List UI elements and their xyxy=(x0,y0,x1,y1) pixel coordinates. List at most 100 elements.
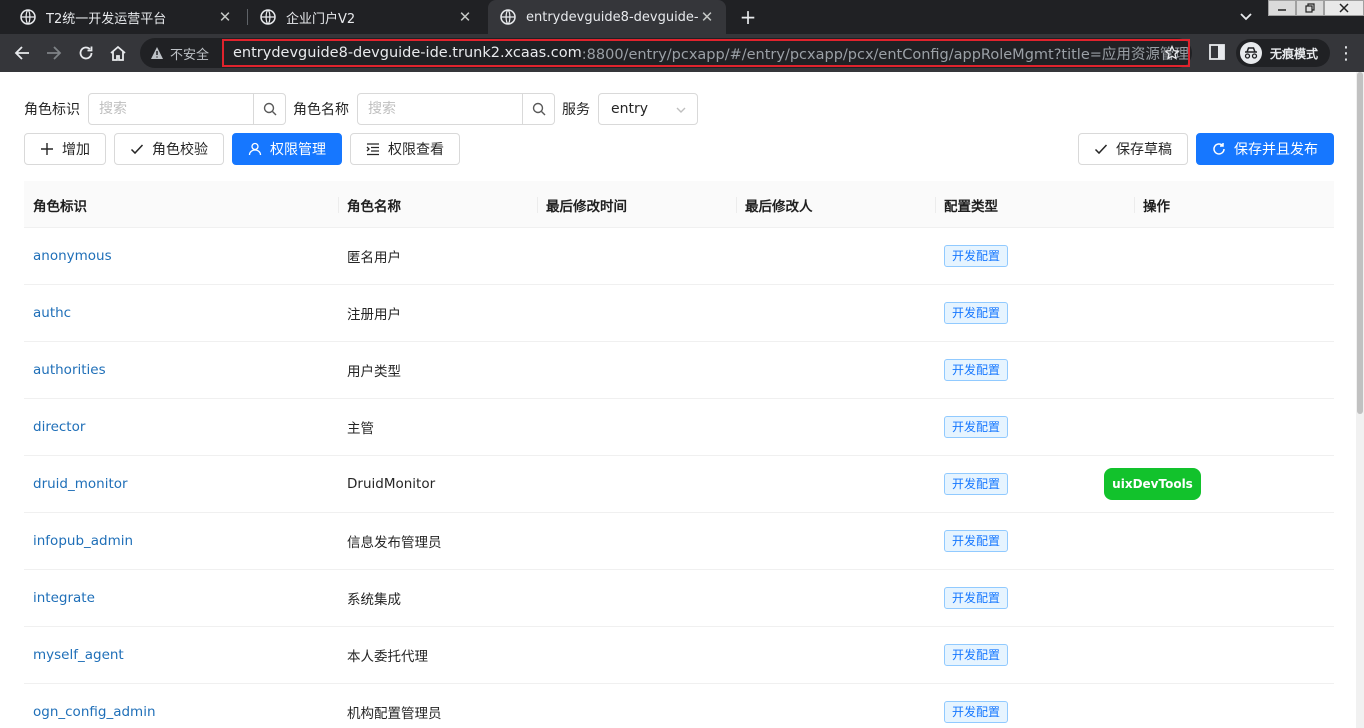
config-type-cell: 开发配置 xyxy=(944,456,1009,512)
role-name-cell: 匿名用户 xyxy=(347,250,401,266)
service-label: 服务 xyxy=(562,102,590,118)
config-type-cell: 开发配置 xyxy=(944,684,1009,728)
minimize-button[interactable] xyxy=(1268,0,1296,16)
role-id-label: 角色标识 xyxy=(24,102,80,118)
uix-devtools-button[interactable]: uixDevTools xyxy=(1104,468,1201,500)
role-verify-button[interactable]: 角色校验 xyxy=(114,133,224,165)
role-id-link[interactable]: integrate xyxy=(33,570,95,626)
globe-icon xyxy=(260,9,276,25)
config-type-cell: 开发配置 xyxy=(944,513,1009,569)
table-row[interactable]: director 主管 开发配置 xyxy=(24,399,1334,456)
config-type-cell: 开发配置 xyxy=(944,399,1009,455)
role-id-link[interactable]: druid_monitor xyxy=(33,456,128,512)
column-header-modified-by[interactable]: 最后修改人 xyxy=(745,181,813,228)
plus-icon[interactable]: + xyxy=(736,5,760,29)
save-publish-button-label: 保存并且发布 xyxy=(1234,142,1318,158)
browser-tab-bar: T2统一开发运营平台 ✕ 企业门户V2 ✕ entrydevguide8-dev… xyxy=(0,0,1364,34)
incognito-indicator[interactable]: 无痕模式 xyxy=(1236,39,1331,67)
service-select[interactable]: entry xyxy=(598,93,698,125)
search-icon[interactable] xyxy=(522,94,554,124)
permission-view-button[interactable]: 权限查看 xyxy=(350,133,460,165)
table-row[interactable]: integrate 系统集成 开发配置 xyxy=(24,570,1334,627)
table-row[interactable]: infopub_admin 信息发布管理员 开发配置 xyxy=(24,513,1334,570)
config-type-cell: 开发配置 xyxy=(944,285,1009,341)
tab-title: 企业门户V2 xyxy=(286,11,356,27)
service-select-value: entry xyxy=(611,101,649,117)
role-id-link[interactable]: ogn_config_admin xyxy=(33,684,156,728)
config-type-tag: 开发配置 xyxy=(944,302,1009,324)
column-divider xyxy=(537,197,538,213)
window-close-button[interactable] xyxy=(1324,0,1364,16)
config-type-cell: 开发配置 xyxy=(944,627,1009,683)
page-content: 角色标识 角色名称 服务 entry 增加 角色校验 权限管理 权限查看 保存草… xyxy=(0,72,1364,728)
column-divider xyxy=(736,197,737,213)
restore-button[interactable] xyxy=(1296,0,1324,16)
column-divider xyxy=(935,197,936,213)
role-name-cell: 注册用户 xyxy=(347,307,401,323)
sidebar-icon[interactable] xyxy=(1208,43,1228,63)
kebab-menu-icon[interactable]: ⋮ xyxy=(1336,43,1356,64)
url-text[interactable]: entrydevguide8-devguide-ide.trunk2.xcaas… xyxy=(222,39,1190,67)
role-id-link[interactable]: infopub_admin xyxy=(33,513,133,569)
role-id-link[interactable]: authc xyxy=(33,285,71,341)
config-type-tag: 开发配置 xyxy=(944,644,1009,666)
roles-table: 角色标识 角色名称 最后修改时间 最后修改人 配置类型 操作 anonymous… xyxy=(24,181,1334,728)
role-id-link[interactable]: myself_agent xyxy=(33,627,124,683)
role-id-search-input[interactable] xyxy=(89,94,253,124)
table-row[interactable]: myself_agent 本人委托代理 开发配置 xyxy=(24,627,1334,684)
list-icon xyxy=(366,143,379,156)
plus-icon xyxy=(41,143,53,155)
role-id-link[interactable]: authorities xyxy=(33,342,106,398)
scrollbar[interactable] xyxy=(1356,72,1364,728)
home-icon[interactable] xyxy=(107,42,129,64)
tab-title: T2统一开发运营平台 xyxy=(46,11,167,27)
role-name-cell: DruidMonitor xyxy=(347,476,436,492)
globe-icon xyxy=(500,9,516,25)
close-icon[interactable]: ✕ xyxy=(216,8,234,26)
table-row[interactable]: ogn_config_admin 机构配置管理员 开发配置 xyxy=(24,684,1334,728)
scrollbar-thumb[interactable] xyxy=(1357,72,1363,414)
config-type-cell: 开发配置 xyxy=(944,570,1009,626)
save-draft-button[interactable]: 保存草稿 xyxy=(1078,133,1188,165)
table-row[interactable]: authc 注册用户 开发配置 xyxy=(24,285,1334,342)
add-button[interactable]: 增加 xyxy=(24,133,106,165)
close-icon[interactable]: ✕ xyxy=(456,8,474,26)
star-icon[interactable] xyxy=(1164,38,1180,68)
table-row[interactable]: authorities 用户类型 开发配置 xyxy=(24,342,1334,399)
role-id-search xyxy=(88,93,286,125)
column-header-role-name[interactable]: 角色名称 xyxy=(347,181,401,228)
check-icon xyxy=(1094,144,1108,155)
incognito-label: 无痕模式 xyxy=(1270,46,1319,61)
chevron-down-icon[interactable] xyxy=(1236,7,1256,27)
security-indicator[interactable]: 不安全 xyxy=(150,38,209,68)
column-header-role-id[interactable]: 角色标识 xyxy=(33,181,87,228)
role-name-cell: 主管 xyxy=(347,421,374,437)
address-bar[interactable]: 不安全 entrydevguide8-devguide-ide.trunk2.x… xyxy=(140,38,1192,68)
forward-icon[interactable] xyxy=(43,42,65,64)
browser-tab[interactable]: T2统一开发运营平台 ✕ xyxy=(8,0,244,34)
config-type-tag: 开发配置 xyxy=(944,245,1009,267)
url-host: entrydevguide8-devguide-ide.trunk2.xcaas… xyxy=(233,45,582,61)
close-icon[interactable]: ✕ xyxy=(698,8,716,26)
search-icon[interactable] xyxy=(253,94,285,124)
save-publish-button[interactable]: 保存并且发布 xyxy=(1196,133,1334,165)
permission-manage-button[interactable]: 权限管理 xyxy=(232,133,342,165)
column-header-modified-time[interactable]: 最后修改时间 xyxy=(546,181,627,228)
security-label: 不安全 xyxy=(170,47,210,63)
config-type-tag: 开发配置 xyxy=(944,473,1009,495)
role-name-label: 角色名称 xyxy=(293,102,349,118)
role-name-cell: 用户类型 xyxy=(347,364,401,380)
browser-toolbar: 不安全 entrydevguide8-devguide-ide.trunk2.x… xyxy=(0,34,1364,72)
back-icon[interactable] xyxy=(11,42,33,64)
role-id-link[interactable]: director xyxy=(33,399,85,455)
role-id-link[interactable]: anonymous xyxy=(33,228,112,284)
browser-tab-active[interactable]: entrydevguide8-devguide-ide ✕ xyxy=(488,0,726,34)
column-header-config-type[interactable]: 配置类型 xyxy=(944,181,998,228)
table-row[interactable]: anonymous 匿名用户 开发配置 xyxy=(24,228,1334,285)
incognito-icon xyxy=(1240,42,1262,64)
browser-tab[interactable]: 企业门户V2 ✕ xyxy=(248,0,484,34)
role-name-cell: 系统集成 xyxy=(347,592,401,608)
reload-icon[interactable] xyxy=(75,42,97,64)
role-name-search-input[interactable] xyxy=(358,94,522,124)
table-header: 角色标识 角色名称 最后修改时间 最后修改人 配置类型 操作 xyxy=(24,181,1334,228)
